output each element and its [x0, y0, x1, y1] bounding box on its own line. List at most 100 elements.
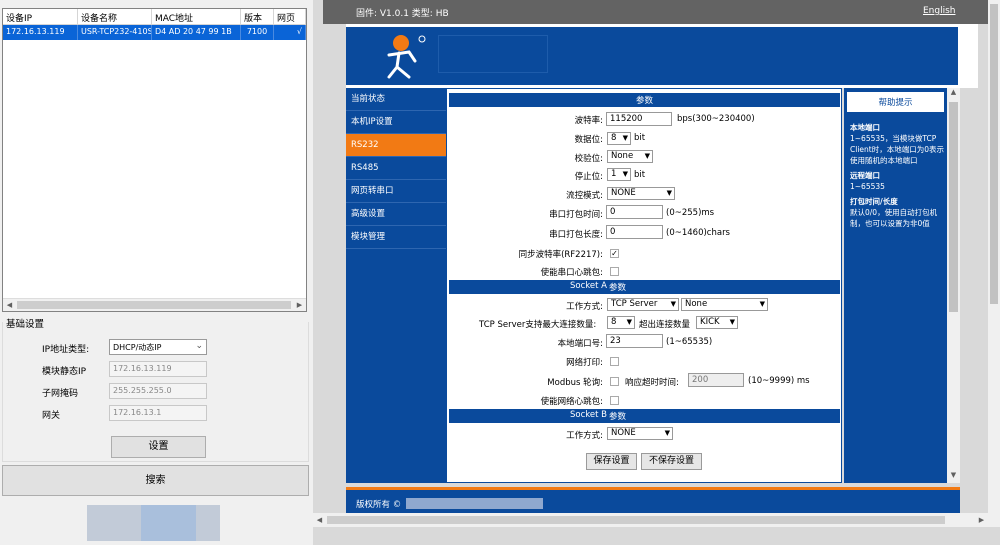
gateway-field[interactable]: 172.16.13.1	[109, 405, 207, 421]
firmware-info: 固件: V1.0.1 类型: HB	[356, 9, 449, 19]
local-port-label: 本地端口号:	[557, 339, 603, 349]
sync-baud-checkbox[interactable]: ✓	[610, 249, 619, 258]
scroll-thumb[interactable]	[17, 301, 291, 309]
col-header-ip[interactable]: 设备IP	[3, 9, 78, 24]
outer-horizontal-scrollbar[interactable]: ◀ ▶	[313, 513, 988, 527]
work-mode-sub-value: None	[685, 299, 708, 309]
save-button[interactable]: 保存设置	[586, 453, 637, 470]
stopbits-select[interactable]: 1 ▼	[607, 168, 631, 181]
local-port-range: (1~65535)	[666, 337, 713, 347]
col-header-mac[interactable]: MAC地址	[152, 9, 241, 24]
pack-len-label: 串口打包长度:	[549, 230, 603, 240]
scroll-up-icon[interactable]: ▲	[947, 88, 960, 100]
col-header-version[interactable]: 版本	[241, 9, 274, 24]
scroll-left-icon[interactable]: ◀	[313, 513, 326, 527]
parity-label: 校验位:	[574, 154, 603, 164]
nav-item-ip-settings[interactable]: 本机IP设置	[346, 111, 446, 134]
chevron-down-icon: ⌄	[195, 341, 203, 351]
scroll-thumb[interactable]	[327, 516, 945, 524]
nav-item-module-management[interactable]: 模块管理	[346, 226, 446, 249]
modbus-checkbox[interactable]	[610, 377, 619, 386]
col-header-web[interactable]: 网页	[274, 9, 306, 24]
stopbits-value: 1	[611, 169, 617, 179]
scroll-left-icon[interactable]: ◀	[3, 299, 16, 311]
databits-select[interactable]: 8 ▼	[607, 132, 631, 145]
ip-type-select[interactable]: DHCP/动态IP ⌄	[109, 339, 207, 355]
exceed-select[interactable]: KICK ▼	[696, 316, 738, 329]
flow-value: NONE	[611, 188, 636, 198]
cell-version: 7100	[241, 25, 274, 40]
help-item-body: 1~65535，当模块做TCP Client时，本地端口为0表示使用随机的本地端…	[850, 134, 944, 165]
nav-item-web-to-serial[interactable]: 网页转串口	[346, 180, 446, 203]
pack-time-label: 串口打包时间:	[549, 210, 603, 220]
english-link[interactable]: English	[923, 6, 956, 16]
flow-select[interactable]: NONE ▼	[607, 187, 675, 200]
nav-item-rs232[interactable]: RS232	[346, 134, 446, 157]
net-print-checkbox[interactable]	[610, 357, 619, 366]
col-header-name[interactable]: 设备名称	[78, 9, 152, 24]
nosave-button[interactable]: 不保存设置	[641, 453, 702, 470]
modbus-label: Modbus 轮询:	[547, 378, 603, 388]
max-conn-select[interactable]: 8 ▼	[607, 316, 635, 329]
serial-heartbeat-checkbox[interactable]	[610, 267, 619, 276]
baud-label: 波特率:	[574, 116, 603, 126]
pack-time-input[interactable]: 0	[606, 205, 663, 219]
outer-vertical-scrollbar[interactable]	[988, 0, 1000, 527]
socket-b-header: Socket B 参数	[449, 409, 840, 423]
cell-name: USR-TCP232-410S	[78, 25, 152, 40]
scroll-thumb[interactable]	[949, 102, 958, 312]
local-port-input[interactable]: 23	[606, 334, 663, 348]
socket-a-param-word: 参数	[609, 283, 627, 293]
nav-item-rs485[interactable]: RS485	[346, 157, 446, 180]
banner-ad-area	[438, 35, 548, 73]
net-print-label: 网络打印:	[566, 358, 603, 368]
set-button[interactable]: 设置	[111, 436, 206, 458]
chevron-down-icon: ▼	[666, 189, 672, 197]
work-mode-sub-select[interactable]: None ▼	[681, 298, 768, 311]
device-table[interactable]: 设备IP 设备名称 MAC地址 版本 网页 172.16.13.119 USR-…	[2, 8, 307, 312]
socket-b-param-word: 参数	[609, 412, 627, 422]
parity-select[interactable]: None ▼	[607, 150, 653, 163]
table-horizontal-scrollbar[interactable]: ◀ ▶	[3, 298, 306, 311]
socket-a-header: Socket A 参数	[449, 280, 840, 294]
stopbits-unit: bit	[634, 170, 646, 180]
mask-label: 子网掩码	[42, 389, 79, 399]
work-mode-b-label: 工作方式:	[566, 431, 603, 441]
blurred-region	[141, 505, 196, 541]
ip-type-value: DHCP/动态IP	[113, 343, 162, 352]
search-button[interactable]: 搜索	[2, 465, 309, 496]
databits-unit: bit	[634, 133, 646, 143]
params-title: 参数	[635, 96, 653, 106]
help-item-title: 远程端口	[850, 171, 880, 180]
net-heartbeat-checkbox[interactable]	[610, 396, 619, 405]
serial-heartbeat-label: 使能串口心跳包:	[540, 268, 603, 278]
resp-timeout-input[interactable]: 200	[688, 373, 744, 387]
scroll-right-icon[interactable]: ▶	[975, 513, 988, 527]
nav-item-advanced[interactable]: 高级设置	[346, 203, 446, 226]
scroll-right-icon[interactable]: ▶	[293, 299, 306, 311]
nav-item-status[interactable]: 当前状态	[346, 88, 446, 111]
gateway-label: 网关	[42, 411, 61, 421]
socket-a-title: Socket A	[570, 281, 607, 291]
exceed-label: 超出连接数量	[639, 320, 691, 330]
resp-timeout-range: (10~9999) ms	[748, 376, 810, 386]
scroll-down-icon[interactable]: ▼	[947, 471, 960, 483]
work-mode-b-select[interactable]: NONE ▼	[607, 427, 673, 440]
pack-time-range: (0~255)ms	[666, 208, 715, 218]
search-tool-pane: 设备IP 设备名称 MAC地址 版本 网页 172.16.13.119 USR-…	[0, 0, 313, 545]
scroll-thumb[interactable]	[990, 4, 998, 304]
device-table-header: 设备IP 设备名称 MAC地址 版本 网页	[3, 9, 306, 25]
page-vertical-scrollbar[interactable]: ▲ ▼	[947, 88, 960, 483]
usr-logo-icon	[387, 35, 426, 79]
chevron-down-icon: ▼	[759, 300, 765, 308]
blurred-region	[406, 498, 543, 509]
ip-type-label: IP地址类型:	[42, 345, 90, 355]
pack-len-input[interactable]: 0	[606, 225, 663, 239]
cell-mac: D4 AD 20 47 99 1B	[152, 25, 241, 40]
table-row[interactable]: 172.16.13.119 USR-TCP232-410S D4 AD 20 4…	[3, 25, 306, 40]
static-ip-field[interactable]: 172.16.13.119	[109, 361, 207, 377]
mask-field[interactable]: 255.255.255.0	[109, 383, 207, 399]
databits-value: 8	[611, 133, 617, 143]
work-mode-select[interactable]: TCP Server ▼	[607, 298, 679, 311]
baud-input[interactable]: 115200	[606, 112, 672, 126]
